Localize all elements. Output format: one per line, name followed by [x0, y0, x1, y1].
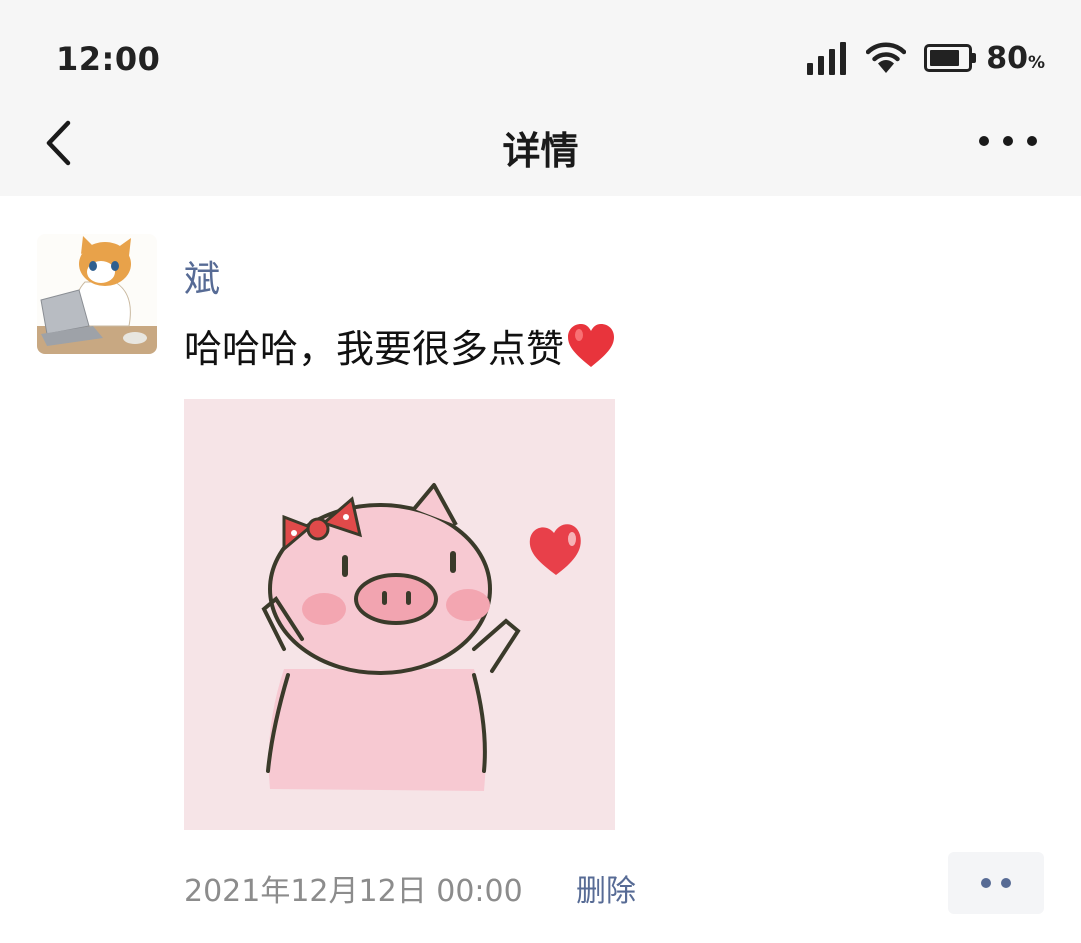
post-timestamp: 2021年12月12日 00:00	[184, 874, 523, 909]
status-time: 12:00	[56, 40, 161, 78]
action-dot	[981, 878, 991, 888]
battery-icon	[924, 44, 977, 72]
action-dot	[1001, 878, 1011, 888]
more-dot	[979, 136, 989, 146]
username[interactable]: 斌	[184, 250, 220, 302]
wifi-icon	[866, 42, 907, 73]
comment-like-button[interactable]	[948, 852, 1044, 914]
more-dot	[1027, 136, 1037, 146]
delete-link[interactable]: 删除	[576, 866, 636, 910]
cat-avatar-image	[37, 234, 157, 354]
battery-percentage: 80%	[986, 40, 1045, 76]
post-text: 哈哈哈，我要很多点赞	[184, 318, 616, 373]
page-title: 详情	[502, 129, 579, 173]
status-icons: 80%	[807, 36, 1045, 80]
red-heart-emoji	[568, 323, 615, 367]
pig-sticker-image	[184, 399, 615, 830]
avatar[interactable]	[37, 234, 157, 354]
signal-icon	[807, 41, 847, 75]
post-image[interactable]	[184, 399, 615, 830]
post-text-content: 哈哈哈，我要很多点赞	[184, 327, 565, 371]
more-button[interactable]	[979, 126, 1037, 156]
more-dot	[1003, 136, 1013, 146]
